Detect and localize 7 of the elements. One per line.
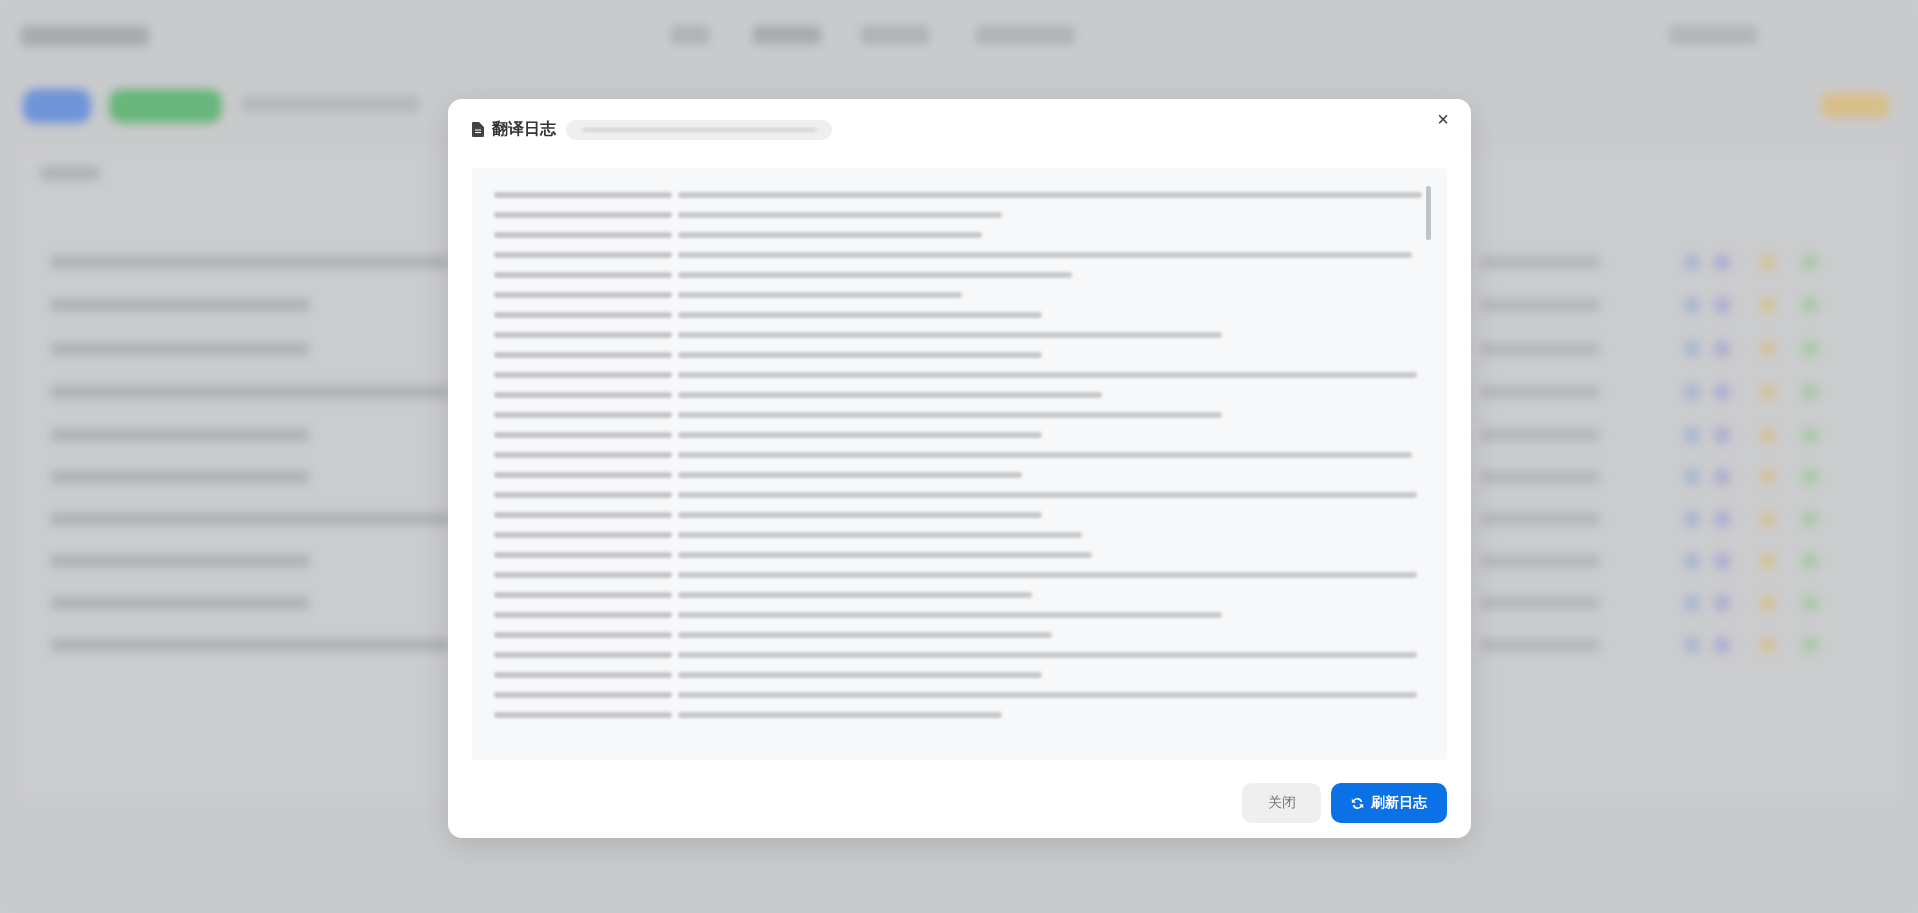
scrollbar-thumb[interactable]: [1426, 186, 1431, 240]
refresh-icon: [1351, 796, 1364, 810]
dialog-title: 翻译日志: [492, 119, 556, 140]
document-icon: [472, 122, 484, 137]
close-button[interactable]: ×: [1433, 109, 1453, 129]
close-dialog-button[interactable]: 关闭: [1242, 783, 1321, 823]
refresh-button[interactable]: 刷新日志: [1331, 783, 1447, 823]
